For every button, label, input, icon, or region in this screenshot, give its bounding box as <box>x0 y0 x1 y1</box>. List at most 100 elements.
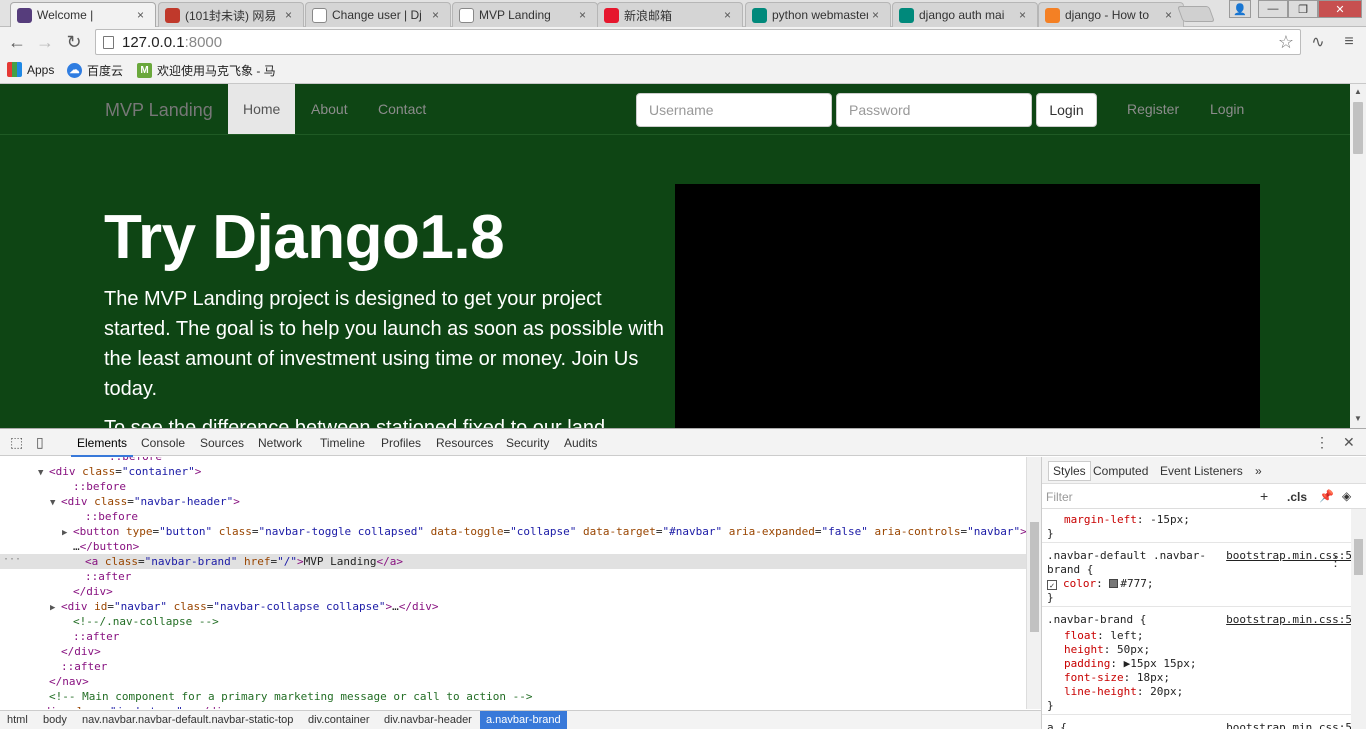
username-input[interactable]: Username <box>636 93 832 127</box>
browser-tab[interactable]: django - How to × <box>1038 2 1184 27</box>
browser-tab[interactable]: Change user | Dj × <box>305 2 451 27</box>
devtools-menu-icon[interactable]: ⋮ <box>1315 434 1329 451</box>
dom-node[interactable]: ▼ <div class="container"> <box>0 464 1026 479</box>
nav-home[interactable]: Home <box>228 84 296 134</box>
property-value[interactable]: 18px <box>1137 671 1164 684</box>
property-value[interactable]: 20px <box>1150 685 1177 698</box>
password-input[interactable]: Password <box>836 93 1032 127</box>
property-value[interactable]: ▶15px 15px <box>1124 657 1190 670</box>
style-declaration[interactable]: font-size: 18px; <box>1064 671 1170 685</box>
close-tab-icon[interactable]: × <box>579 8 591 22</box>
dom-node[interactable]: ▶ <div id="navbar" class="navbar-collapse… <box>0 599 1026 614</box>
breadcrumb-item[interactable]: nav.navbar.navbar-default.navbar-static-… <box>82 714 293 726</box>
elements-scrollbar[interactable] <box>1026 457 1041 709</box>
dom-node[interactable]: ▼ <div class="navbar-header"> <box>0 494 1026 509</box>
dom-node[interactable]: ::after <box>0 659 1026 674</box>
new-style-rule-icon[interactable]: + <box>1260 488 1268 504</box>
back-icon[interactable]: ← <box>6 31 28 53</box>
scrollbar-thumb[interactable] <box>1030 522 1039 632</box>
bookmark-star-icon[interactable]: ☆ <box>1278 32 1294 53</box>
login-button[interactable]: Login <box>1036 93 1097 127</box>
scrollbar-thumb[interactable] <box>1354 539 1363 575</box>
property-value[interactable]: #777 <box>1120 577 1147 590</box>
bookmark-baidu-cloud[interactable]: ☁ 百度云 <box>67 62 123 79</box>
property-name[interactable]: line-height <box>1064 685 1137 698</box>
user-icon[interactable]: 👤 <box>1229 0 1251 18</box>
property-name[interactable]: margin-left <box>1064 513 1137 526</box>
video-embed[interactable] <box>675 184 1260 428</box>
page-scrollbar[interactable]: ▲ ▼ <box>1350 84 1366 428</box>
property-name[interactable]: font-size <box>1064 671 1124 684</box>
rule-source-link[interactable]: bootstrap.min.css:5 <box>1226 613 1352 626</box>
breadcrumb-item[interactable]: div.navbar-header <box>384 714 472 726</box>
dom-node[interactable]: <!-- Main component for a primary market… <box>0 689 1026 704</box>
property-name[interactable]: color <box>1063 577 1096 590</box>
property-value[interactable]: -15px <box>1150 513 1183 526</box>
close-tab-icon[interactable]: × <box>1165 8 1177 22</box>
dom-node[interactable]: </nav> <box>0 674 1026 689</box>
dom-node[interactable]: ::before <box>0 509 1026 524</box>
breadcrumb-item[interactable]: body <box>43 714 67 726</box>
new-tab-button[interactable] <box>1177 6 1215 22</box>
property-name[interactable]: padding <box>1064 657 1110 670</box>
pin-icon[interactable]: 📌 <box>1319 489 1334 503</box>
reload-icon[interactable]: ↻ <box>63 31 85 53</box>
color-swatch[interactable] <box>1109 579 1119 588</box>
style-rule[interactable]: margin-left: -15px;} <box>1042 513 1352 541</box>
element-state-icon[interactable]: ◈ <box>1342 489 1351 503</box>
scroll-down-icon[interactable]: ▼ <box>1354 414 1362 423</box>
style-declaration[interactable]: height: 50px; <box>1064 643 1150 657</box>
browser-tab[interactable]: MVP Landing × <box>452 2 598 27</box>
style-declaration[interactable]: line-height: 20px; <box>1064 685 1183 699</box>
devtools-tab-audits[interactable]: Audits <box>564 436 597 450</box>
property-value[interactable]: left <box>1110 629 1137 642</box>
dom-node[interactable]: ▶ <button type="button" class="navbar-tog… <box>0 524 1026 539</box>
close-tab-icon[interactable]: × <box>872 8 884 22</box>
window-close-icon[interactable]: ✕ <box>1318 0 1362 18</box>
extension-pulse-icon[interactable]: ∿ <box>1307 31 1329 53</box>
forward-icon[interactable]: → <box>34 31 56 53</box>
dom-node[interactable]: </div> <box>0 584 1026 599</box>
inspect-element-icon[interactable]: ⬚ <box>10 434 23 451</box>
dom-node[interactable]: ▶<div class="jumbotron">…</div> <box>0 704 1026 709</box>
dom-node[interactable]: </div> <box>0 644 1026 659</box>
dom-node[interactable]: ::before <box>0 457 1026 464</box>
style-declaration[interactable]: margin-left: -15px; <box>1064 513 1190 527</box>
devtools-close-icon[interactable]: ✕ <box>1343 434 1355 451</box>
navbar-brand[interactable]: MVP Landing <box>105 100 213 121</box>
breadcrumb-item[interactable]: div.container <box>308 714 370 726</box>
devtools-tab-sources[interactable]: Sources <box>200 436 244 450</box>
nav-contact[interactable]: Contact <box>363 84 441 134</box>
minimize-icon[interactable]: — <box>1258 0 1288 18</box>
dom-node[interactable]: ::before <box>0 479 1026 494</box>
styles-scrollbar[interactable] <box>1351 509 1366 729</box>
rule-selector[interactable]: .navbar-default .navbar-brand { <box>1047 549 1212 577</box>
browser-tab[interactable]: Welcome | × <box>10 2 156 27</box>
dom-node[interactable]: …</button> <box>0 539 1026 554</box>
devtools-tab-console[interactable]: Console <box>141 436 185 450</box>
bookmark-apps[interactable]: Apps <box>7 62 54 77</box>
close-tab-icon[interactable]: × <box>432 8 444 22</box>
property-value[interactable]: 50px <box>1117 643 1144 656</box>
browser-tab[interactable]: python webmaster × <box>745 2 891 27</box>
scrollbar-thumb[interactable] <box>1353 102 1363 154</box>
styles-tab-computed[interactable]: Computed <box>1093 464 1148 478</box>
devtools-tab-profiles[interactable]: Profiles <box>381 436 421 450</box>
style-declaration[interactable]: padding: ▶15px 15px; <box>1064 657 1196 671</box>
elements-tree[interactable]: ::before▼<div class="container">::before… <box>0 457 1026 709</box>
styles-tab-event-listeners[interactable]: Event Listeners <box>1160 464 1243 478</box>
close-tab-icon[interactable]: × <box>285 8 297 22</box>
address-bar[interactable]: 127.0.0.1:8000 ☆ <box>95 29 1301 55</box>
browser-tab[interactable]: (101封未读) 网易 × <box>158 2 304 27</box>
dom-node[interactable]: ::after <box>0 629 1026 644</box>
devtools-tab-resources[interactable]: Resources <box>436 436 493 450</box>
dom-node[interactable]: <!--/.nav-collapse --> <box>0 614 1026 629</box>
close-tab-icon[interactable]: × <box>1019 8 1031 22</box>
style-rule[interactable]: .navbar-default .navbar-brand {bootstrap… <box>1042 549 1352 605</box>
styles-tab-styles[interactable]: Styles <box>1048 461 1091 481</box>
breadcrumb-item[interactable]: html <box>7 714 28 726</box>
style-declaration[interactable]: float: left; <box>1064 629 1144 643</box>
property-name[interactable]: height <box>1064 643 1104 656</box>
breadcrumb-item[interactable]: a.navbar-brand <box>480 711 567 729</box>
property-name[interactable]: float <box>1064 629 1097 642</box>
